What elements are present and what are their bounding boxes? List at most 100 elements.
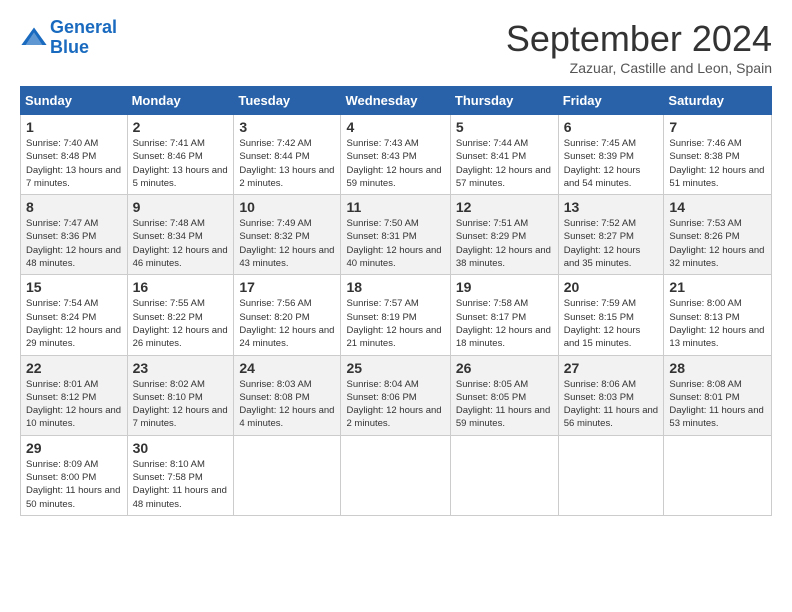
calendar-day-cell: 5 Sunrise: 7:44 AM Sunset: 8:41 PM Dayli…: [450, 115, 558, 195]
day-number: 12: [456, 199, 553, 215]
location: Zazuar, Castille and Leon, Spain: [506, 60, 772, 76]
day-number: 1: [26, 119, 122, 135]
calendar-day-cell: 8 Sunrise: 7:47 AM Sunset: 8:36 PM Dayli…: [21, 195, 128, 275]
day-info: Sunrise: 8:08 AM Sunset: 8:01 PM Dayligh…: [669, 378, 766, 431]
day-info: Sunrise: 7:44 AM Sunset: 8:41 PM Dayligh…: [456, 137, 553, 190]
day-info: Sunrise: 7:56 AM Sunset: 8:20 PM Dayligh…: [239, 297, 335, 350]
calendar-day-cell: 3 Sunrise: 7:42 AM Sunset: 8:44 PM Dayli…: [234, 115, 341, 195]
day-info: Sunrise: 7:52 AM Sunset: 8:27 PM Dayligh…: [564, 217, 659, 270]
weekday-header: Tuesday: [234, 87, 341, 115]
day-info: Sunrise: 7:54 AM Sunset: 8:24 PM Dayligh…: [26, 297, 122, 350]
day-number: 7: [669, 119, 766, 135]
logo-text: General Blue: [50, 18, 117, 58]
day-info: Sunrise: 8:01 AM Sunset: 8:12 PM Dayligh…: [26, 378, 122, 431]
day-number: 17: [239, 279, 335, 295]
calendar-header-row: SundayMondayTuesdayWednesdayThursdayFrid…: [21, 87, 772, 115]
day-number: 18: [346, 279, 444, 295]
day-number: 25: [346, 360, 444, 376]
calendar-day-cell: [234, 435, 341, 515]
calendar-day-cell: 27 Sunrise: 8:06 AM Sunset: 8:03 PM Dayl…: [558, 355, 664, 435]
page: General Blue September 2024 Zazuar, Cast…: [0, 0, 792, 612]
day-info: Sunrise: 8:03 AM Sunset: 8:08 PM Dayligh…: [239, 378, 335, 431]
calendar-day-cell: 10 Sunrise: 7:49 AM Sunset: 8:32 PM Dayl…: [234, 195, 341, 275]
calendar-day-cell: 12 Sunrise: 7:51 AM Sunset: 8:29 PM Dayl…: [450, 195, 558, 275]
day-number: 26: [456, 360, 553, 376]
calendar-day-cell: [341, 435, 450, 515]
day-number: 8: [26, 199, 122, 215]
day-number: 23: [133, 360, 229, 376]
weekday-header: Saturday: [664, 87, 772, 115]
logo: General Blue: [20, 18, 117, 58]
day-number: 30: [133, 440, 229, 456]
calendar-day-cell: [558, 435, 664, 515]
calendar-day-cell: 9 Sunrise: 7:48 AM Sunset: 8:34 PM Dayli…: [127, 195, 234, 275]
day-number: 10: [239, 199, 335, 215]
day-number: 28: [669, 360, 766, 376]
weekday-header: Thursday: [450, 87, 558, 115]
day-number: 19: [456, 279, 553, 295]
day-info: Sunrise: 8:02 AM Sunset: 8:10 PM Dayligh…: [133, 378, 229, 431]
day-info: Sunrise: 7:46 AM Sunset: 8:38 PM Dayligh…: [669, 137, 766, 190]
day-info: Sunrise: 8:09 AM Sunset: 8:00 PM Dayligh…: [26, 458, 122, 511]
calendar-day-cell: 11 Sunrise: 7:50 AM Sunset: 8:31 PM Dayl…: [341, 195, 450, 275]
calendar-day-cell: 20 Sunrise: 7:59 AM Sunset: 8:15 PM Dayl…: [558, 275, 664, 355]
header: General Blue September 2024 Zazuar, Cast…: [20, 18, 772, 76]
month-title: September 2024: [506, 18, 772, 60]
day-number: 14: [669, 199, 766, 215]
calendar-day-cell: 2 Sunrise: 7:41 AM Sunset: 8:46 PM Dayli…: [127, 115, 234, 195]
weekday-header: Monday: [127, 87, 234, 115]
calendar-day-cell: 16 Sunrise: 7:55 AM Sunset: 8:22 PM Dayl…: [127, 275, 234, 355]
calendar-week-row: 8 Sunrise: 7:47 AM Sunset: 8:36 PM Dayli…: [21, 195, 772, 275]
day-number: 2: [133, 119, 229, 135]
calendar-week-row: 15 Sunrise: 7:54 AM Sunset: 8:24 PM Dayl…: [21, 275, 772, 355]
day-info: Sunrise: 7:50 AM Sunset: 8:31 PM Dayligh…: [346, 217, 444, 270]
weekday-header: Friday: [558, 87, 664, 115]
day-info: Sunrise: 7:58 AM Sunset: 8:17 PM Dayligh…: [456, 297, 553, 350]
day-info: Sunrise: 7:55 AM Sunset: 8:22 PM Dayligh…: [133, 297, 229, 350]
day-info: Sunrise: 7:53 AM Sunset: 8:26 PM Dayligh…: [669, 217, 766, 270]
day-number: 9: [133, 199, 229, 215]
day-info: Sunrise: 7:57 AM Sunset: 8:19 PM Dayligh…: [346, 297, 444, 350]
calendar-day-cell: 1 Sunrise: 7:40 AM Sunset: 8:48 PM Dayli…: [21, 115, 128, 195]
calendar-day-cell: 19 Sunrise: 7:58 AM Sunset: 8:17 PM Dayl…: [450, 275, 558, 355]
day-info: Sunrise: 8:10 AM Sunset: 7:58 PM Dayligh…: [133, 458, 229, 511]
day-number: 20: [564, 279, 659, 295]
calendar-day-cell: [664, 435, 772, 515]
day-info: Sunrise: 8:00 AM Sunset: 8:13 PM Dayligh…: [669, 297, 766, 350]
day-number: 5: [456, 119, 553, 135]
day-info: Sunrise: 7:41 AM Sunset: 8:46 PM Dayligh…: [133, 137, 229, 190]
calendar-day-cell: 24 Sunrise: 8:03 AM Sunset: 8:08 PM Dayl…: [234, 355, 341, 435]
calendar-day-cell: 23 Sunrise: 8:02 AM Sunset: 8:10 PM Dayl…: [127, 355, 234, 435]
calendar-day-cell: 26 Sunrise: 8:05 AM Sunset: 8:05 PM Dayl…: [450, 355, 558, 435]
day-number: 16: [133, 279, 229, 295]
day-info: Sunrise: 7:59 AM Sunset: 8:15 PM Dayligh…: [564, 297, 659, 350]
day-number: 22: [26, 360, 122, 376]
calendar-week-row: 22 Sunrise: 8:01 AM Sunset: 8:12 PM Dayl…: [21, 355, 772, 435]
day-info: Sunrise: 8:05 AM Sunset: 8:05 PM Dayligh…: [456, 378, 553, 431]
calendar-day-cell: [450, 435, 558, 515]
day-number: 24: [239, 360, 335, 376]
day-info: Sunrise: 7:51 AM Sunset: 8:29 PM Dayligh…: [456, 217, 553, 270]
day-info: Sunrise: 7:48 AM Sunset: 8:34 PM Dayligh…: [133, 217, 229, 270]
calendar-week-row: 29 Sunrise: 8:09 AM Sunset: 8:00 PM Dayl…: [21, 435, 772, 515]
calendar-day-cell: 13 Sunrise: 7:52 AM Sunset: 8:27 PM Dayl…: [558, 195, 664, 275]
calendar-day-cell: 6 Sunrise: 7:45 AM Sunset: 8:39 PM Dayli…: [558, 115, 664, 195]
day-number: 21: [669, 279, 766, 295]
calendar-day-cell: 30 Sunrise: 8:10 AM Sunset: 7:58 PM Dayl…: [127, 435, 234, 515]
calendar-day-cell: 21 Sunrise: 8:00 AM Sunset: 8:13 PM Dayl…: [664, 275, 772, 355]
logo-icon: [20, 24, 48, 52]
day-number: 3: [239, 119, 335, 135]
day-number: 27: [564, 360, 659, 376]
day-number: 15: [26, 279, 122, 295]
day-number: 4: [346, 119, 444, 135]
calendar-day-cell: 22 Sunrise: 8:01 AM Sunset: 8:12 PM Dayl…: [21, 355, 128, 435]
title-block: September 2024 Zazuar, Castille and Leon…: [506, 18, 772, 76]
day-number: 29: [26, 440, 122, 456]
calendar-day-cell: 4 Sunrise: 7:43 AM Sunset: 8:43 PM Dayli…: [341, 115, 450, 195]
calendar-week-row: 1 Sunrise: 7:40 AM Sunset: 8:48 PM Dayli…: [21, 115, 772, 195]
day-info: Sunrise: 7:47 AM Sunset: 8:36 PM Dayligh…: [26, 217, 122, 270]
calendar-day-cell: 28 Sunrise: 8:08 AM Sunset: 8:01 PM Dayl…: [664, 355, 772, 435]
calendar-day-cell: 18 Sunrise: 7:57 AM Sunset: 8:19 PM Dayl…: [341, 275, 450, 355]
day-info: Sunrise: 8:04 AM Sunset: 8:06 PM Dayligh…: [346, 378, 444, 431]
day-number: 11: [346, 199, 444, 215]
